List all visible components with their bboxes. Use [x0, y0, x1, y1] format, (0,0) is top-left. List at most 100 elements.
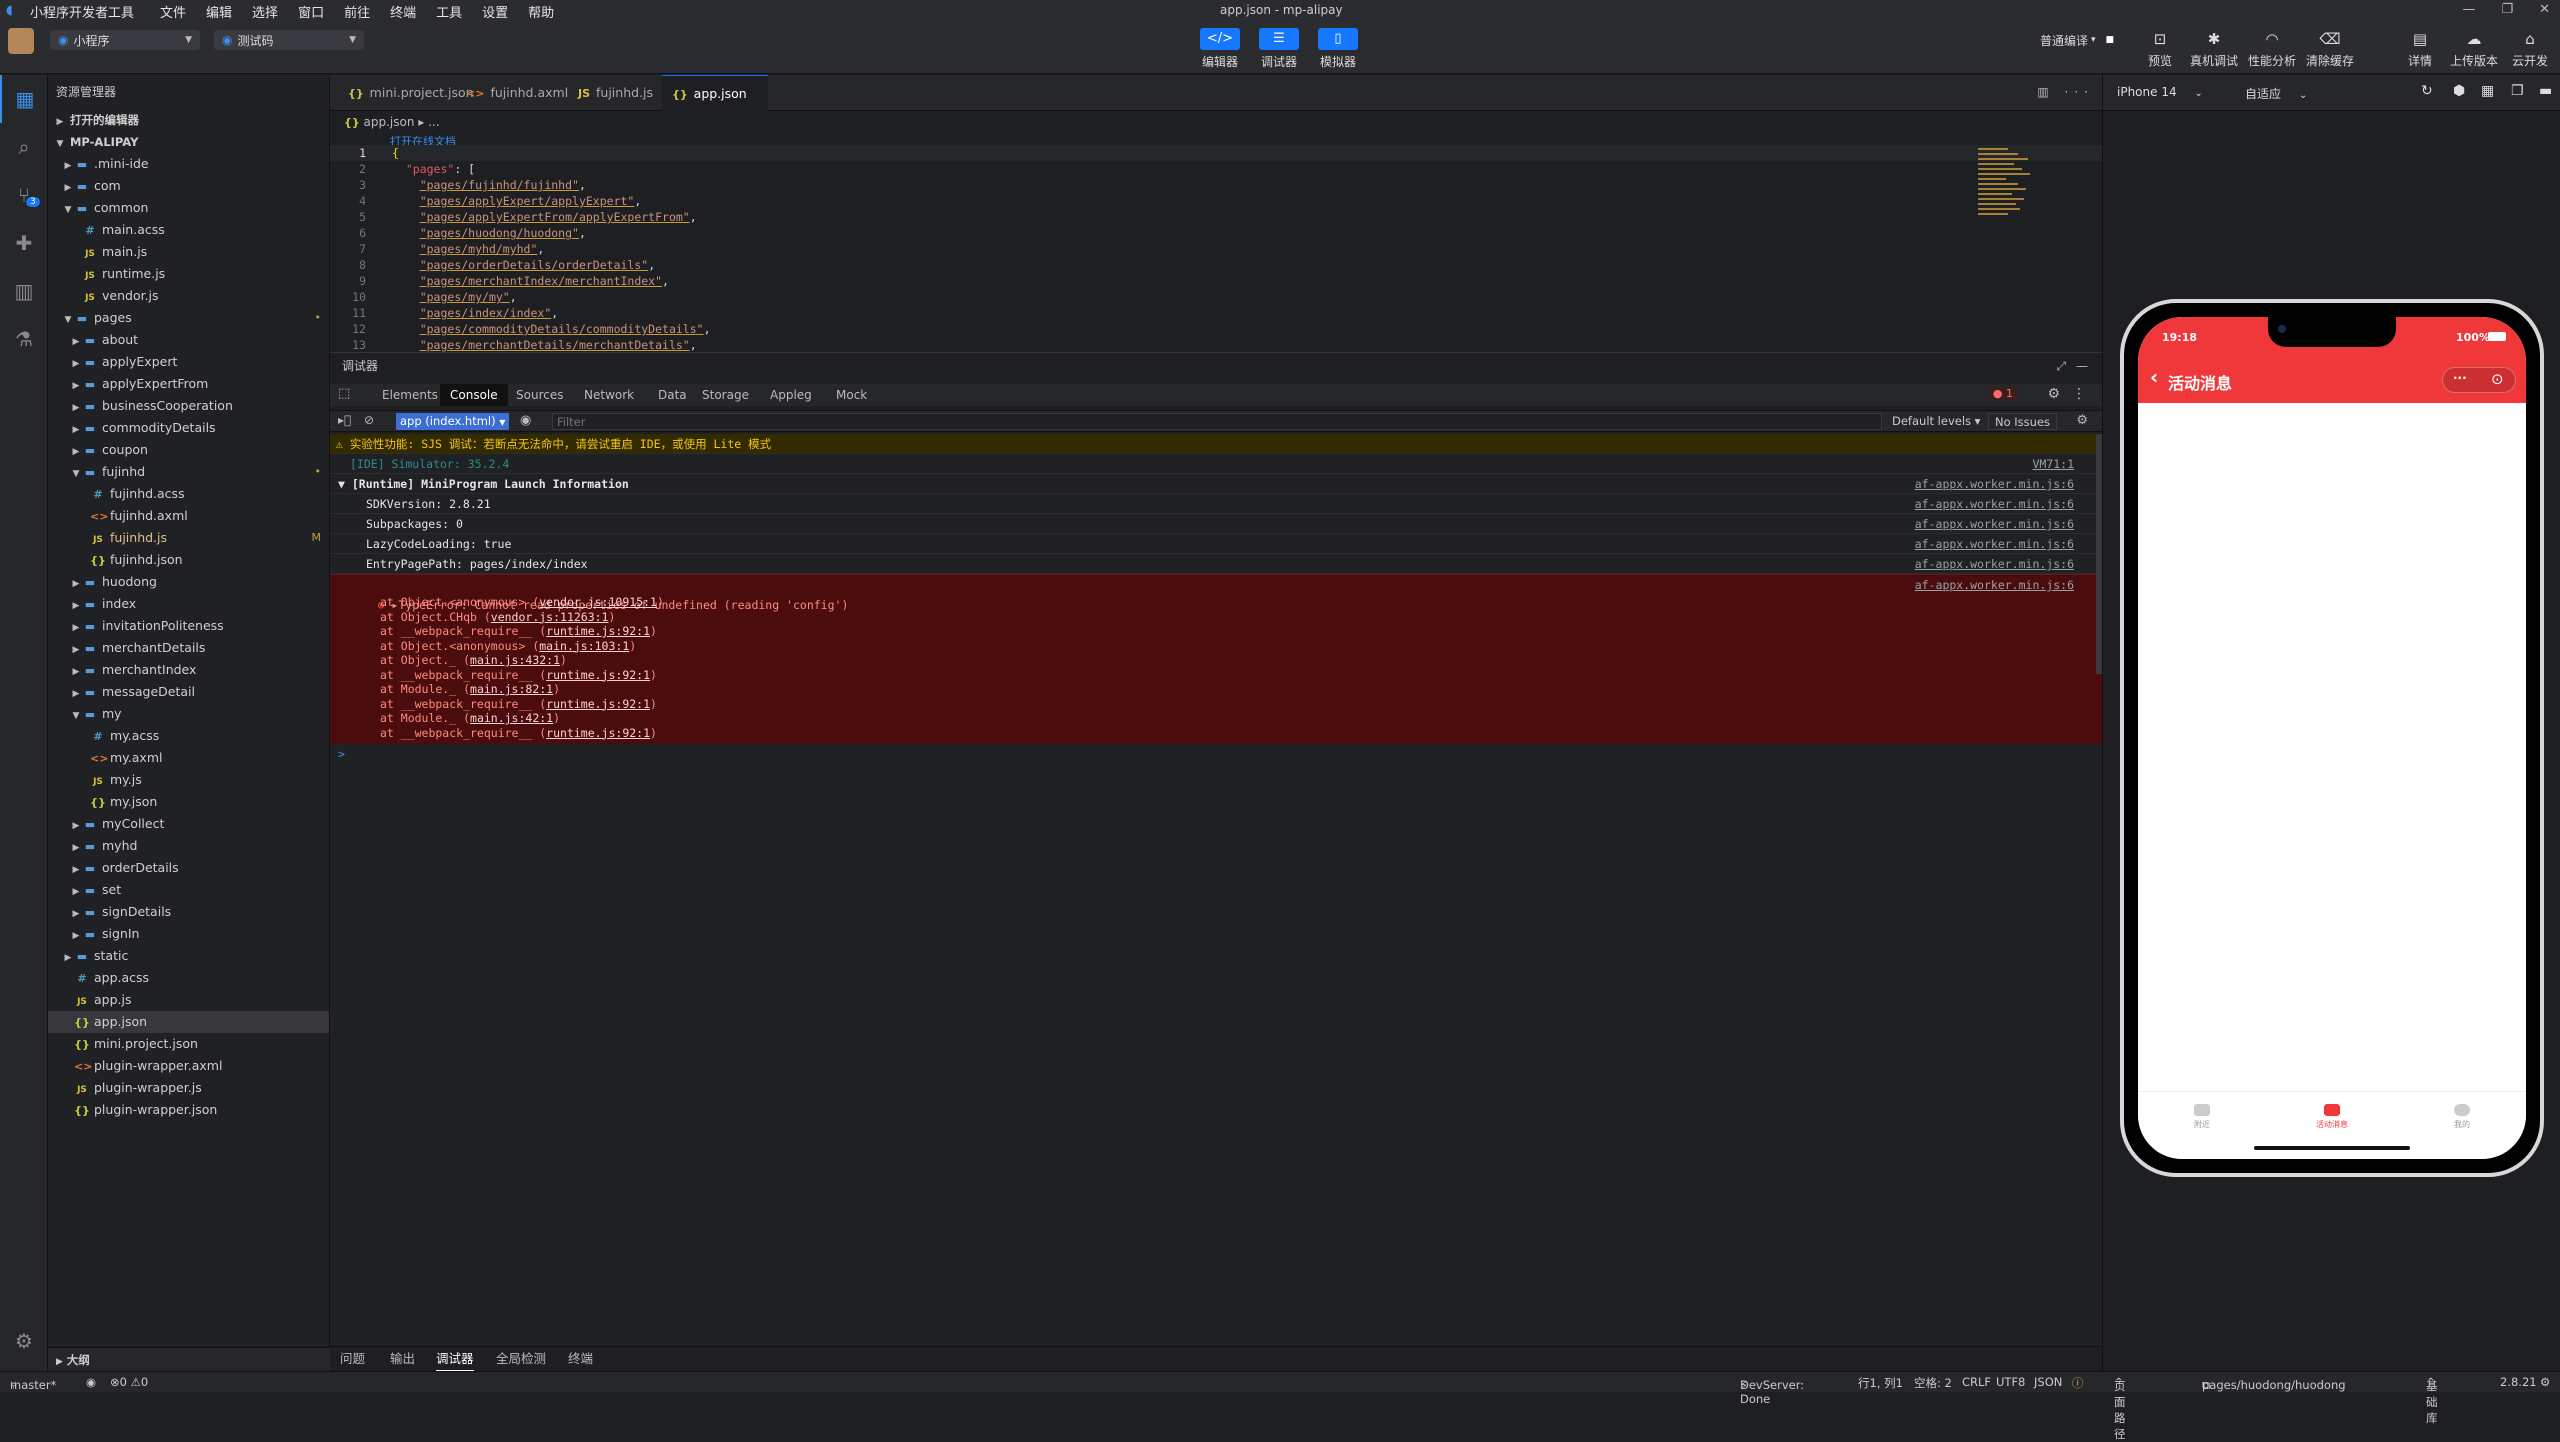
- clear-cache-button[interactable]: ⌫ 清除缓存: [2302, 28, 2358, 69]
- tree-item[interactable]: ▶ ▬ huodong: [48, 571, 329, 593]
- tab-mine[interactable]: 我的: [2432, 1104, 2492, 1130]
- extensions-icon[interactable]: ✚: [0, 219, 48, 267]
- simulator-toggle-button[interactable]: ▯ 模拟器: [1318, 28, 1358, 70]
- refresh-icon[interactable]: ↻: [2421, 83, 2433, 99]
- workspace-root[interactable]: ▼ MP-ALIPAY: [48, 131, 329, 153]
- tree-item[interactable]: ▶ ▬ signDetails: [48, 901, 329, 923]
- tree-item[interactable]: JS plugin-wrapper.js: [48, 1077, 329, 1099]
- sidebar-toggle-icon[interactable]: ▸⃞: [338, 413, 351, 427]
- details-button[interactable]: ▤ 详情: [2402, 28, 2438, 69]
- stack-source-link[interactable]: runtime.js:92:1: [546, 668, 650, 682]
- line-ending[interactable]: CRLF: [1962, 1375, 1991, 1389]
- tree-item[interactable]: <> fujinhd.axml: [48, 505, 329, 527]
- device-select[interactable]: iPhone 14 ⌄: [2117, 85, 2203, 99]
- menu-item[interactable]: 设置: [480, 2, 510, 21]
- debugger-toggle-button[interactable]: ☰ 调试器: [1259, 28, 1299, 70]
- editor-tab[interactable]: JS fujinhd.js: [568, 75, 663, 111]
- tree-item[interactable]: ▼ ▬ my: [48, 703, 329, 725]
- indentation[interactable]: 空格: 2: [1914, 1375, 1952, 1391]
- devtools-tab[interactable]: Storage: [692, 384, 759, 406]
- remote-debug-button[interactable]: ✱ 真机调试: [2186, 28, 2242, 69]
- tree-item[interactable]: <> my.axml: [48, 747, 329, 769]
- tree-item[interactable]: JS my.js: [48, 769, 329, 791]
- menu-item[interactable]: 工具: [434, 2, 464, 21]
- editor-tab[interactable]: {} app.json: [662, 75, 768, 111]
- panel-tab[interactable]: 输出: [390, 1347, 415, 1371]
- source-link[interactable]: af-appx.worker.min.js:6: [1915, 554, 2074, 574]
- minimize-icon[interactable]: —: [2462, 2, 2475, 17]
- menu-item[interactable]: 帮助: [526, 2, 556, 21]
- source-link[interactable]: af-appx.worker.min.js:6: [1915, 474, 2074, 494]
- panel-layout-icon[interactable]: ▥: [0, 267, 48, 315]
- source-link[interactable]: af-appx.worker.min.js:6: [1915, 534, 2074, 554]
- explorer-icon[interactable]: ▦: [0, 75, 48, 123]
- more-vertical-icon[interactable]: ⋮: [2072, 386, 2086, 402]
- tree-item[interactable]: ▼ ▬ common: [48, 197, 329, 219]
- upload-button[interactable]: ☁ 上传版本: [2446, 28, 2502, 69]
- tree-item[interactable]: # fujinhd.acss: [48, 483, 329, 505]
- env-select[interactable]: ◉ 测试码 ▼: [214, 30, 364, 50]
- console-filter-input[interactable]: [552, 413, 1882, 430]
- tree-item[interactable]: # main.acss: [48, 219, 329, 241]
- clear-console-icon[interactable]: ⊘: [364, 413, 374, 427]
- eye-icon[interactable]: ◉: [520, 413, 531, 428]
- compile-mode-select[interactable]: 普通编译 ▾ ■: [2032, 30, 2122, 50]
- maximize-icon[interactable]: ⤢: [2056, 353, 2066, 379]
- preview-button[interactable]: ⊡ 预览: [2144, 28, 2176, 69]
- problems-count[interactable]: ⊗0 ⚠0: [110, 1375, 148, 1389]
- inspect-element-icon[interactable]: ⬚: [338, 386, 350, 401]
- tree-item[interactable]: ▶ ▬ static: [48, 945, 329, 967]
- source-control-icon[interactable]: ⑂ 3: [0, 171, 48, 219]
- stack-source-link[interactable]: main.js:82:1: [470, 682, 553, 696]
- issues-button[interactable]: No Issues: [1988, 413, 2058, 430]
- tree-item[interactable]: ▶ ▬ messageDetail: [48, 681, 329, 703]
- menu-item[interactable]: 编辑: [204, 2, 234, 21]
- console-group-launch-info[interactable]: ▼ [Runtime] MiniProgram Launch Informati…: [330, 474, 2102, 494]
- tree-item[interactable]: ▶ ▬ coupon: [48, 439, 329, 461]
- devtools-tab[interactable]: Sources: [506, 384, 573, 406]
- language-mode[interactable]: JSON: [2034, 1375, 2062, 1389]
- stack-source-link[interactable]: main.js:42:1: [470, 711, 553, 725]
- encoding[interactable]: UTF8: [1996, 1375, 2025, 1389]
- tree-item[interactable]: {} app.json: [48, 1011, 329, 1033]
- open-editors-section[interactable]: ▶ 打开的编辑器: [48, 109, 329, 131]
- tree-item[interactable]: JS main.js: [48, 241, 329, 263]
- console-settings-icon[interactable]: ⚙: [2076, 413, 2088, 428]
- tree-item[interactable]: ▶ ▬ merchantIndex: [48, 659, 329, 681]
- stack-source-link[interactable]: runtime.js:92:1: [546, 697, 650, 711]
- tree-item[interactable]: {} plugin-wrapper.json: [48, 1099, 329, 1121]
- tree-item[interactable]: ▶ ▬ orderDetails: [48, 857, 329, 879]
- settings-icon[interactable]: ⚙: [2540, 1375, 2550, 1389]
- breadcrumb-symbol[interactable]: ▸ ...: [418, 115, 439, 129]
- source-link[interactable]: af-appx.worker.min.js:6: [1915, 514, 2074, 534]
- menu-item[interactable]: 文件: [158, 2, 188, 21]
- context-select[interactable]: app (index.html) ▼: [396, 413, 510, 430]
- menu-item[interactable]: 前往: [342, 2, 372, 21]
- tree-item[interactable]: JS fujinhd.js M: [48, 527, 329, 549]
- stack-source-link[interactable]: main.js:103:1: [539, 639, 629, 653]
- editor-tab[interactable]: <> fujinhd.axml: [456, 75, 578, 111]
- zoom-select[interactable]: 自适应 ⌄: [2245, 85, 2307, 102]
- stack-source-link[interactable]: runtime.js:92:1: [546, 726, 650, 740]
- tree-item[interactable]: ▶ ▬ set: [48, 879, 329, 901]
- tree-item[interactable]: JS app.js: [48, 989, 329, 1011]
- log-levels-select[interactable]: Default levels ▾: [1892, 414, 1980, 428]
- tree-item[interactable]: ▶ ▬ .mini-ide: [48, 153, 329, 175]
- compile-stop-icon[interactable]: ■: [2105, 35, 2114, 45]
- breadcrumb-file[interactable]: app.json: [364, 115, 415, 129]
- tree-item[interactable]: ▶ ▬ myCollect: [48, 813, 329, 835]
- notification-icon[interactable]: ⓘ: [2072, 1375, 2084, 1391]
- cloud-dev-button[interactable]: ⌂ 云开发: [2508, 28, 2552, 69]
- stack-source-link[interactable]: vendor.js:11263:1: [491, 610, 609, 624]
- devtools-tab[interactable]: Data: [648, 384, 697, 406]
- menu-item[interactable]: 终端: [388, 2, 418, 21]
- stack-source-link[interactable]: main.js:432:1: [470, 653, 560, 667]
- source-link[interactable]: VM71:1: [2032, 454, 2074, 474]
- base-lib-version[interactable]: 2.8.21: [2500, 1375, 2537, 1389]
- tree-item[interactable]: <> plugin-wrapper.axml: [48, 1055, 329, 1077]
- window-icon[interactable]: ▬: [2539, 83, 2552, 99]
- panel-tab[interactable]: 调试器: [436, 1347, 474, 1371]
- more-options-icon[interactable]: ···: [2453, 371, 2467, 385]
- editor-toggle-button[interactable]: </> 编辑器: [1200, 28, 1240, 70]
- panel-tab[interactable]: 终端: [568, 1347, 593, 1371]
